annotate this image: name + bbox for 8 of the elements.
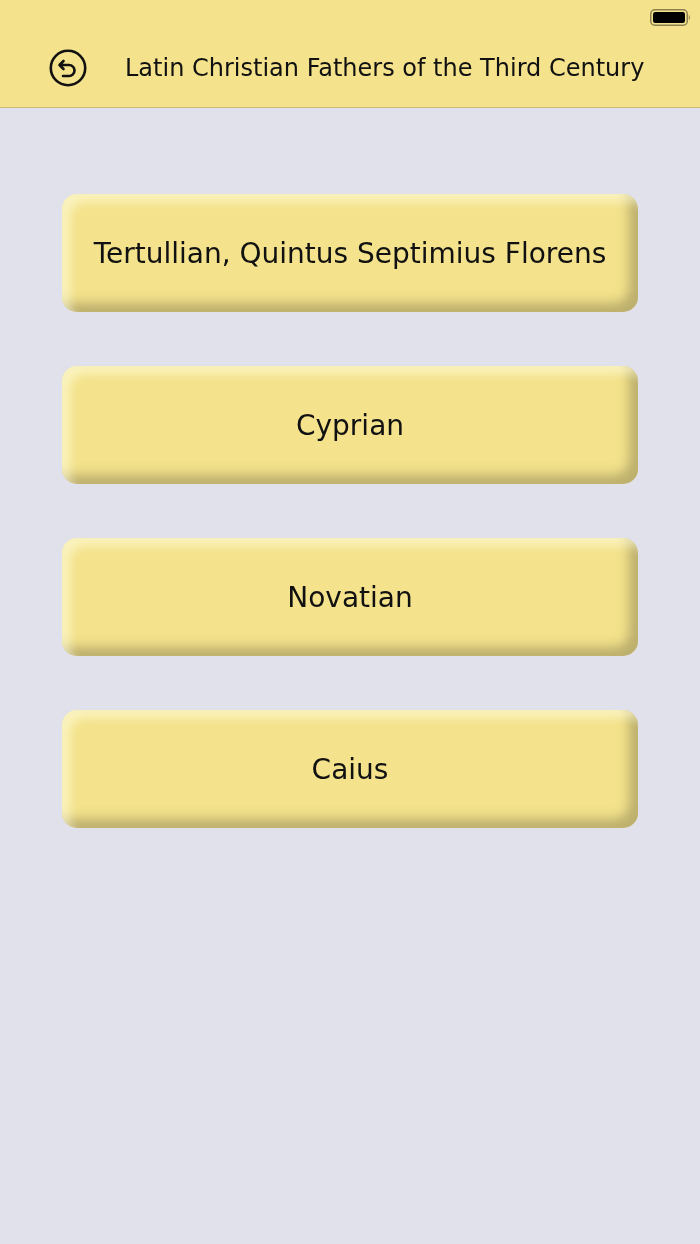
- name-button[interactable]: Tertullian, Quintus Septimius Florens: [62, 194, 638, 312]
- name-button[interactable]: Caius: [62, 710, 638, 828]
- battery-icon: [650, 8, 691, 26]
- name-button[interactable]: Cyprian: [62, 366, 638, 484]
- back-button[interactable]: [49, 48, 87, 87]
- page-title: Latin Christian Fathers of the Third Century: [125, 53, 645, 82]
- name-button[interactable]: Novatian: [62, 538, 638, 656]
- back-icon: [49, 48, 87, 87]
